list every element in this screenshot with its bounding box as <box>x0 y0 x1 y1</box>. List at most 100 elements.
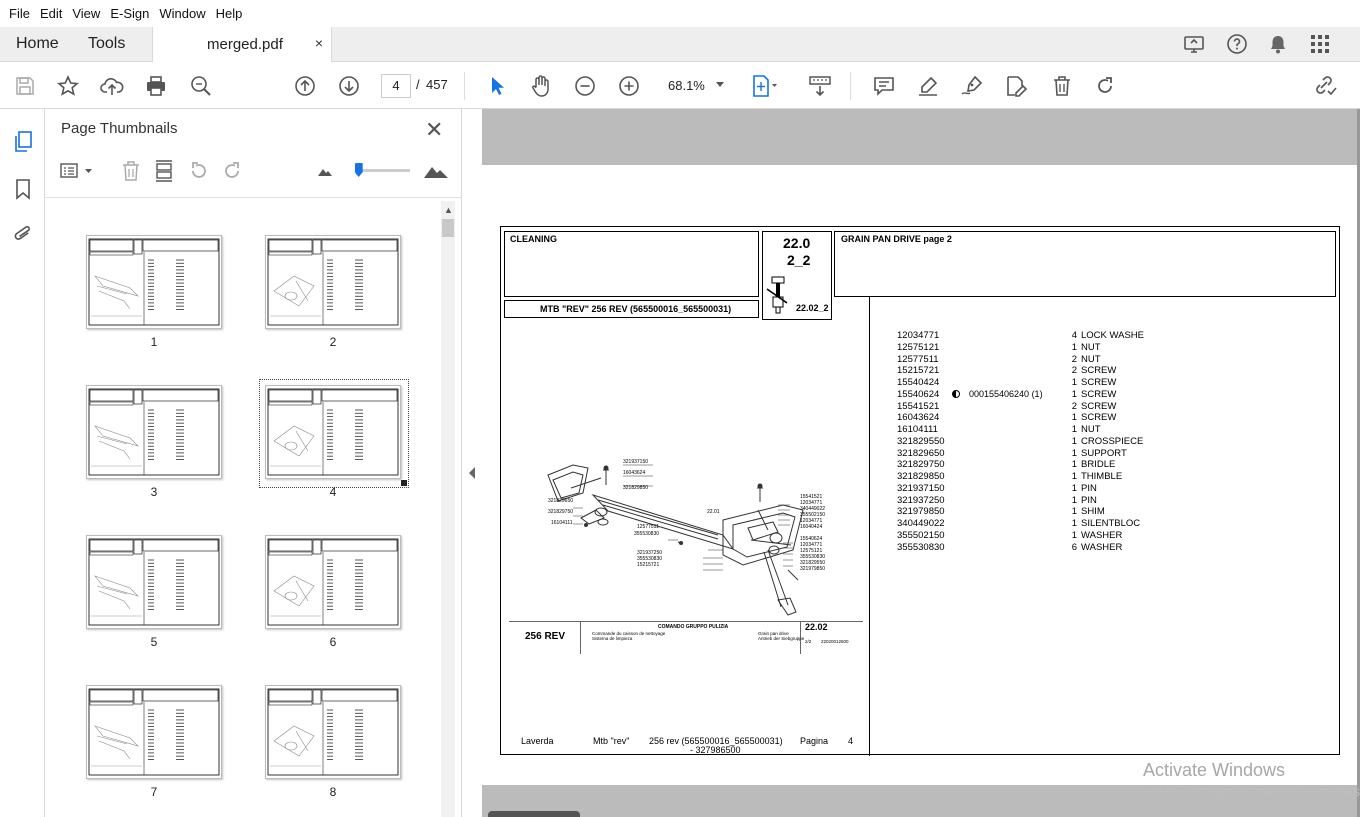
rotate-right-icon[interactable] <box>220 159 244 183</box>
larger-thumbnails-mountain-icon[interactable] <box>422 159 450 183</box>
thumbnail-page-number: 2 <box>329 335 337 349</box>
footer-brand: Laverda <box>521 736 554 746</box>
scrollbar-thumb[interactable] <box>442 219 454 237</box>
pdf-page: CLEANING MTB "REV" 256 REV (565500016_56… <box>482 165 1358 785</box>
page-thumbnail[interactable] <box>86 535 222 629</box>
page-thumbnail[interactable] <box>86 385 222 479</box>
hand-tool-icon[interactable] <box>528 73 554 99</box>
part-quantity: 4 <box>1071 330 1077 341</box>
menu-help[interactable]: Help <box>211 6 248 21</box>
page-thumbnail[interactable] <box>86 685 222 779</box>
rotate-redo-icon[interactable] <box>1092 73 1118 99</box>
insert-page-icon[interactable] <box>152 159 176 183</box>
footer-page-number: 4 <box>848 736 854 746</box>
drawing-sheet: 2/2 <box>805 639 812 644</box>
thumbnail-options-menu-icon[interactable] <box>59 159 95 183</box>
zoom-in-icon[interactable] <box>616 73 642 99</box>
smaller-thumbnails-mountain-icon[interactable] <box>313 159 337 183</box>
drawing-callout: 321829750 <box>548 509 574 515</box>
part-name: SCREW <box>1081 377 1117 388</box>
save-icon[interactable] <box>12 73 38 99</box>
drawing-callout: 15215721 <box>637 562 660 568</box>
scroll-up-arrow-icon[interactable]: ▲ <box>444 205 453 215</box>
thumbnail-page-number: 3 <box>150 485 158 499</box>
highlight-pen-icon[interactable] <box>915 73 941 99</box>
zoom-out-icon[interactable] <box>572 73 598 99</box>
part-code: 321829650 <box>897 447 945 459</box>
page-thumbnails-icon[interactable] <box>10 129 36 155</box>
part-name: WASHER <box>1081 529 1123 541</box>
tab-home[interactable]: Home <box>16 35 59 53</box>
thumbnail-resize-handle[interactable] <box>401 480 407 486</box>
share-screen-icon[interactable] <box>1182 32 1206 56</box>
delete-page-trash-icon[interactable] <box>119 159 143 183</box>
upload-cloud-icon[interactable] <box>99 73 125 99</box>
thumbnails-scrollbar[interactable]: ▲ <box>441 201 455 817</box>
section-code-sub: 2_2 <box>787 252 811 268</box>
part-name: PIN <box>1081 494 1097 506</box>
page-thumbnail[interactable] <box>265 535 401 629</box>
collapse-panel-arrow-icon[interactable] <box>469 467 475 479</box>
menu-file[interactable]: File <box>4 6 35 21</box>
close-panel-icon[interactable]: ✕ <box>425 117 443 143</box>
comment-icon[interactable] <box>871 73 897 99</box>
part-code: 321829550 <box>897 435 945 447</box>
thumbnail-page-number: 4 <box>329 485 337 499</box>
scroll-mode-icon[interactable] <box>807 73 833 99</box>
page-number-input[interactable]: 4 <box>381 74 411 98</box>
attachments-paperclip-icon[interactable] <box>10 221 36 247</box>
delete-trash-icon[interactable] <box>1049 73 1075 99</box>
page-thumbnail[interactable] <box>265 685 401 779</box>
part-note-text: 000155406240 (1) <box>969 388 1043 399</box>
tab-tools[interactable]: Tools <box>88 35 125 53</box>
thumbnail-page-number: 8 <box>329 785 337 799</box>
title-block-line <box>580 621 581 654</box>
bookmark-star-icon[interactable] <box>55 73 81 99</box>
part-name: SHIM <box>1081 506 1105 518</box>
edit-pdf-icon[interactable] <box>1003 73 1029 99</box>
apps-grid-icon[interactable] <box>1308 32 1332 56</box>
panel-divider <box>45 197 461 198</box>
page-thumbnail[interactable] <box>86 235 222 329</box>
print-icon[interactable] <box>143 73 169 99</box>
toolbar-divider <box>464 72 465 100</box>
select-cursor-icon[interactable] <box>484 73 510 99</box>
share-link-icon[interactable] <box>1312 73 1338 99</box>
bookmarks-icon[interactable] <box>10 176 36 202</box>
part-code: 16104111 <box>897 424 938 435</box>
next-page-icon[interactable] <box>336 73 362 99</box>
part-name: SCREW <box>1081 412 1117 424</box>
menu-window[interactable]: Window <box>154 6 210 21</box>
zoom-dropdown-caret-icon[interactable] <box>716 82 724 87</box>
part-code: 321937150 <box>897 482 945 494</box>
page-thumbnail[interactable] <box>265 235 401 329</box>
drawing-number: 22.02 <box>805 622 828 632</box>
drawing-callout: 355530830 <box>634 531 660 537</box>
zoom-search-icon[interactable] <box>188 73 214 99</box>
menu-esign[interactable]: E-Sign <box>105 6 154 21</box>
part-name: NUT <box>1081 353 1101 365</box>
menu-view[interactable]: View <box>67 6 105 21</box>
part-quantity: 2 <box>1071 400 1077 412</box>
rotate-left-icon[interactable] <box>187 159 211 183</box>
part-quantity: 1 <box>1071 341 1077 353</box>
part-code: 321829750 <box>897 459 945 471</box>
panel-splitter[interactable] <box>461 109 482 817</box>
notifications-bell-icon[interactable] <box>1266 32 1290 56</box>
model-title: MTB "REV" 256 REV (565500016_565500031) <box>540 304 732 314</box>
document-view[interactable]: CLEANING MTB "REV" 256 REV (565500016_56… <box>482 109 1360 817</box>
close-tab-icon[interactable]: × <box>315 35 323 51</box>
part-code: 321979850 <box>897 506 945 518</box>
tab-document[interactable]: merged.pdf × <box>152 27 332 62</box>
thumbnail-size-slider-handle[interactable] <box>354 163 363 177</box>
menu-edit[interactable]: Edit <box>35 6 67 21</box>
part-name: THIMBLE <box>1081 471 1123 482</box>
part-name: SUPPORT <box>1081 447 1127 459</box>
sign-pen-icon[interactable] <box>959 73 985 99</box>
thumbnail-size-slider[interactable] <box>356 169 410 172</box>
help-icon[interactable] <box>1225 32 1249 56</box>
drawing-caption-es: Sistema de limpieza <box>592 636 633 641</box>
thumbnail-page-number: 7 <box>150 785 158 799</box>
previous-page-icon[interactable] <box>292 73 318 99</box>
fit-page-icon[interactable] <box>751 73 777 99</box>
